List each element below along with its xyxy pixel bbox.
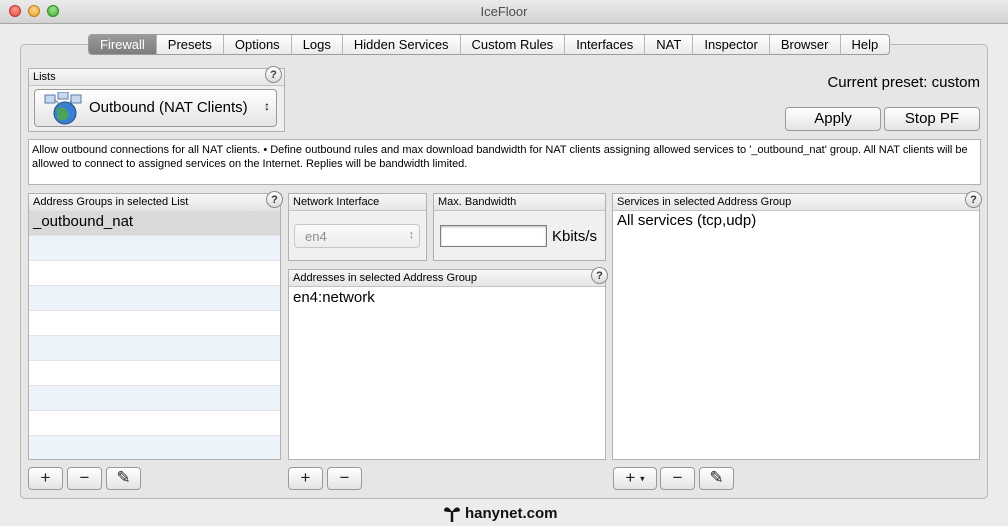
add-service-button[interactable]: + ▾ [613,467,657,490]
table-row[interactable] [29,410,280,436]
services-panel: Services in selected Address Group All s… [612,193,980,460]
plus-icon: + [300,468,311,487]
edit-service-button[interactable]: ✎ [699,467,734,490]
tab-firewall[interactable]: Firewall [89,35,157,54]
tab-help[interactable]: Help [841,35,890,54]
remove-address-button[interactable]: − [327,467,362,490]
dropdown-arrow-icon: ▾ [640,473,645,484]
minus-icon: − [339,468,350,487]
address-groups-panel: Address Groups in selected List _outboun… [28,193,281,460]
address-groups-help-icon[interactable]: ? [266,191,283,208]
tab-custom-rules[interactable]: Custom Rules [461,35,566,54]
table-row[interactable] [29,310,280,336]
remove-group-button[interactable]: − [67,467,102,490]
tab-hidden-services[interactable]: Hidden Services [343,35,461,54]
tab-browser[interactable]: Browser [770,35,841,54]
address-item[interactable]: en4:network [289,287,375,309]
edit-group-button[interactable]: ✎ [106,467,141,490]
add-group-button[interactable]: + [28,467,63,490]
lists-panel: Lists ? Outbound (NAT Clients) ↕ [28,66,285,132]
service-item[interactable]: All services (tcp,udp) [613,210,756,232]
window-title: IceFloor [480,4,528,19]
addresses-header: Addresses in selected Address Group [289,270,605,287]
network-interface-popup[interactable]: en4 ↕ [294,224,420,248]
bandwidth-header: Max. Bandwidth [434,194,605,211]
lists-popup[interactable]: Outbound (NAT Clients) ↕ [34,89,277,127]
network-interface-value: en4 [305,229,327,244]
table-row[interactable] [29,235,280,261]
title-bar: IceFloor [0,0,1008,24]
table-row[interactable] [29,435,280,459]
pencil-icon: ✎ [116,468,131,487]
plus-icon: + [40,468,51,487]
addresses-panel: Addresses in selected Address Group en4:… [288,269,606,460]
network-interface-panel: Network Interface en4 ↕ [288,193,427,261]
address-group-row[interactable]: _outbound_nat [29,210,280,236]
services-help-icon[interactable]: ? [965,191,982,208]
table-row[interactable] [29,335,280,361]
footer-brand-text: hanynet.com [465,505,558,522]
pencil-icon: ✎ [709,468,724,487]
services-header: Services in selected Address Group [613,194,979,211]
network-interface-header: Network Interface [289,194,426,211]
tab-logs[interactable]: Logs [292,35,343,54]
network-globe-icon [44,92,82,125]
tab-presets[interactable]: Presets [157,35,224,54]
tab-nat[interactable]: NAT [645,35,694,54]
remove-service-button[interactable]: − [660,467,695,490]
address-group-name: _outbound_nat [33,213,134,230]
lists-label: Lists [29,69,284,86]
table-row[interactable] [29,285,280,311]
minus-icon: − [672,468,683,487]
popup-arrows-icon: ↕ [408,229,415,241]
description-text: Allow outbound connections for all NAT c… [28,139,981,185]
table-row[interactable] [29,360,280,386]
tab-options[interactable]: Options [224,35,292,54]
tab-inspector[interactable]: Inspector [693,35,770,54]
table-row[interactable] [29,385,280,411]
current-preset-label: Current preset: custom [827,74,980,91]
hanynet-logo-icon [444,507,460,522]
bandwidth-unit: Kbits/s [552,228,598,245]
add-address-button[interactable]: + [288,467,323,490]
lists-help-icon[interactable]: ? [265,66,282,83]
bandwidth-input[interactable] [440,225,547,247]
address-groups-header: Address Groups in selected List [29,194,280,211]
popup-arrows-icon: ↕ [264,99,270,113]
apply-button[interactable]: Apply [785,107,881,131]
bandwidth-panel: Max. Bandwidth Kbits/s [433,193,606,261]
tab-bar: Firewall Presets Options Logs Hidden Ser… [88,34,891,55]
minus-icon: − [79,468,90,487]
plus-icon: + [625,468,636,487]
stop-pf-button[interactable]: Stop PF [884,107,980,131]
table-row[interactable] [29,260,280,286]
tab-interfaces[interactable]: Interfaces [565,35,646,54]
addresses-help-icon[interactable]: ? [591,267,608,284]
lists-selected-value: Outbound (NAT Clients) [89,99,248,116]
